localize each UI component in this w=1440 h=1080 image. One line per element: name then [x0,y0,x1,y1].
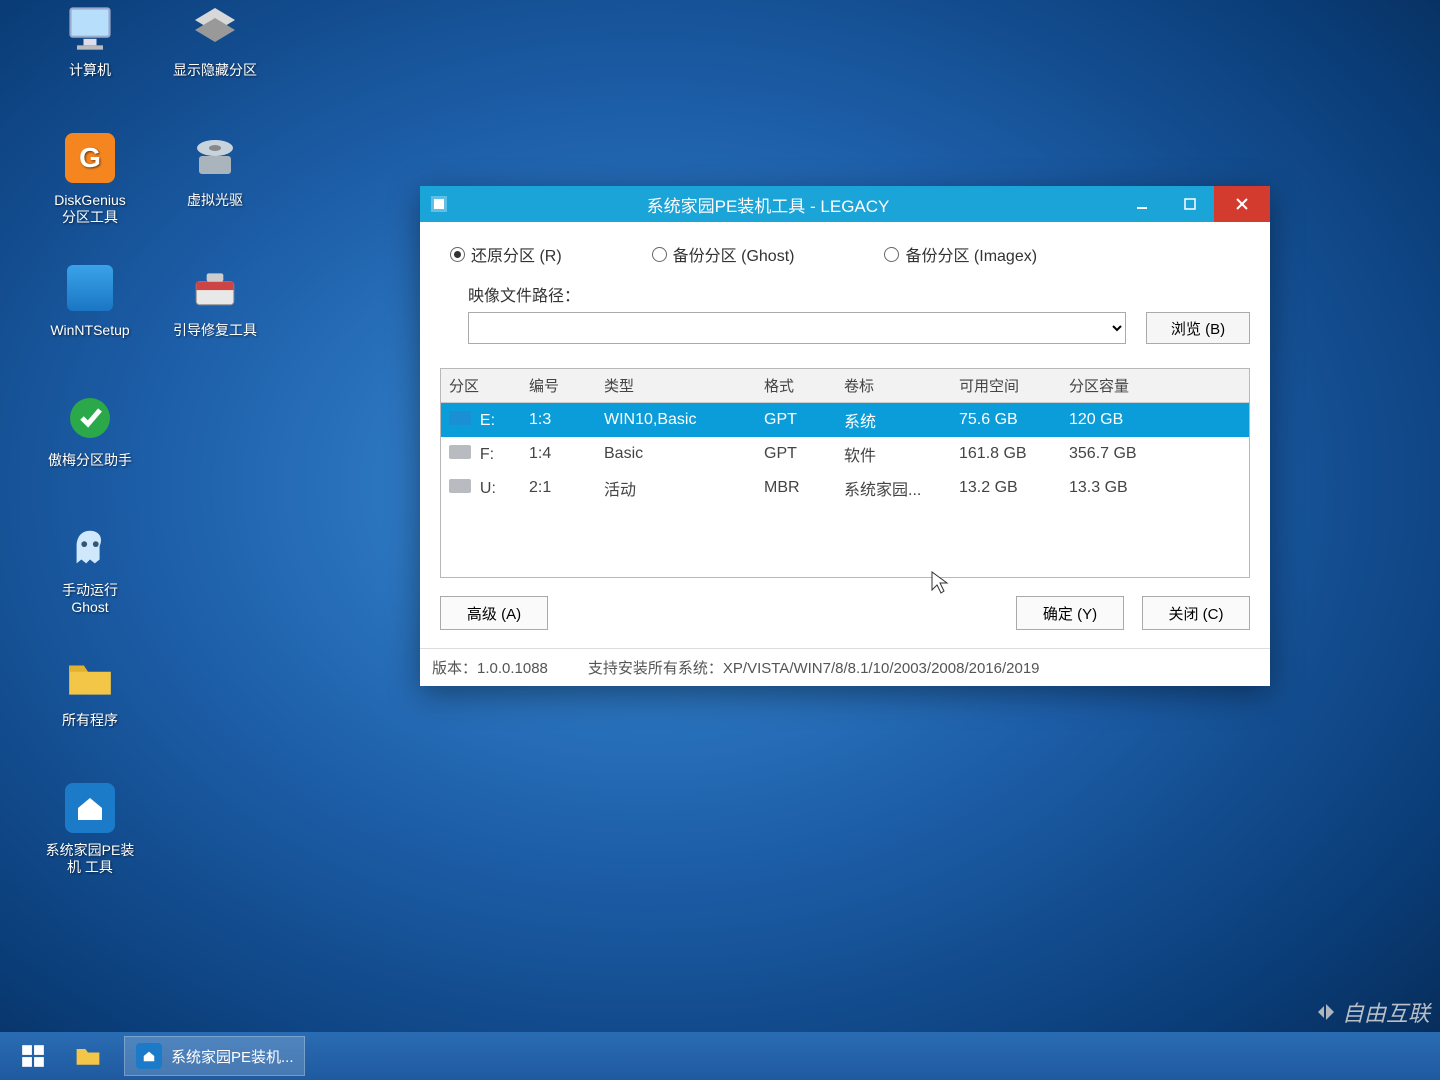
pe-installer-icon [62,780,118,836]
watermark: 自由互联 [1314,996,1430,1028]
maximize-button[interactable] [1166,186,1214,222]
table-row[interactable]: E:1:3WIN10,BasicGPT系统75.6 GB120 GB [441,403,1249,438]
version-text: 版本：1.0.0.1088 [432,657,548,678]
close-button[interactable] [1214,186,1270,222]
radio-label: 备份分区 (Ghost) [673,242,795,266]
radio-label: 备份分区 (Imagex) [905,242,1037,266]
support-text: 支持安装所有系统：XP/VISTA/WIN7/8/8.1/10/2003/200… [588,657,1258,678]
desktop-icon-label: 系统家园PE装 机 工具 [30,842,150,876]
desktop-icon-pe-installer[interactable]: 系统家园PE装 机 工具 [30,780,150,876]
start-button[interactable] [6,1036,60,1076]
desktop-icon-virtual-cd[interactable]: 虚拟光驱 [155,130,275,209]
desktop-icon-all-programs[interactable]: 所有程序 [30,650,150,729]
desktop-icon-winntsetup[interactable]: WinNTSetup [30,260,150,339]
col-number[interactable]: 编号 [521,369,596,403]
aomei-icon [62,390,118,446]
radio-dot-icon [884,247,899,262]
browse-button[interactable]: 浏览 (B) [1146,312,1250,344]
radio-dot-icon [450,247,465,262]
desktop-icon-aomei[interactable]: 傲梅分区助手 [30,390,150,469]
radio-dot-icon [652,247,667,262]
partition-table: 分区 编号 类型 格式 卷标 可用空间 分区容量 E:1:3WIN10,Basi… [440,368,1250,578]
desktop-icon-label: WinNTSetup [30,322,150,339]
desktop-icon-label: DiskGenius 分区工具 [30,192,150,226]
window-title: 系统家园PE装机工具 - LEGACY [458,192,1118,217]
col-capacity[interactable]: 分区容量 [1061,369,1249,403]
drive-icon [449,479,471,493]
desktop-icon-label: 所有程序 [30,712,150,729]
pe-installer-window: 系统家园PE装机工具 - LEGACY 还原分区 (R) 备份分区 (Ghost… [420,186,1270,686]
desktop-icon-show-hidden[interactable]: 显示隐藏分区 [155,0,275,79]
toolbox-icon [187,260,243,316]
drive-icon [449,445,471,459]
table-row[interactable]: U:2:1活动MBR系统家园...13.2 GB13.3 GB [441,471,1249,505]
col-label[interactable]: 卷标 [836,369,951,403]
diskgenius-icon: G [62,130,118,186]
taskbar-item-explorer[interactable] [64,1036,120,1076]
desktop-icon-computer[interactable]: 计算机 [30,0,150,79]
desktop-icon-label: 引导修复工具 [155,322,275,339]
desktop-icon-diskgenius[interactable]: G DiskGenius 分区工具 [30,130,150,226]
radio-restore-partition[interactable]: 还原分区 (R) [450,242,562,266]
titlebar[interactable]: 系统家园PE装机工具 - LEGACY [420,186,1270,222]
cancel-button[interactable]: 关闭 (C) [1142,596,1250,630]
desktop-icon-label: 虚拟光驱 [155,192,275,209]
taskbar-item-label: 系统家园PE装机... [171,1046,294,1067]
winntsetup-icon [62,260,118,316]
desktop-icon-label: 计算机 [30,62,150,79]
ghost-icon [62,520,118,576]
taskbar: 系统家园PE装机... [0,1032,1440,1080]
advanced-button[interactable]: 高级 (A) [440,596,548,630]
mode-radio-group: 还原分区 (R) 备份分区 (Ghost) 备份分区 (Imagex) [440,234,1250,280]
pe-installer-icon [135,1042,163,1070]
window-footer: 版本：1.0.0.1088 支持安装所有系统：XP/VISTA/WIN7/8/8… [420,648,1270,686]
radio-label: 还原分区 (R) [471,242,562,266]
taskbar-item-pe-installer[interactable]: 系统家园PE装机... [124,1036,305,1076]
radio-backup-ghost[interactable]: 备份分区 (Ghost) [652,242,795,266]
ok-button[interactable]: 确定 (Y) [1016,596,1124,630]
image-path-label: 映像文件路径： [468,282,1250,306]
folder-icon [74,1042,102,1070]
desktop-icon-label: 手动运行 Ghost [30,582,150,616]
partition-icon [187,0,243,56]
cd-drive-icon [187,130,243,186]
desktop-icon-ghost[interactable]: 手动运行 Ghost [30,520,150,616]
col-type[interactable]: 类型 [596,369,756,403]
col-partition[interactable]: 分区 [441,369,521,403]
col-free[interactable]: 可用空间 [951,369,1061,403]
app-icon [428,193,450,215]
desktop-icon-label: 显示隐藏分区 [155,62,275,79]
desktop-icon-boot-repair[interactable]: 引导修复工具 [155,260,275,339]
computer-icon [62,0,118,56]
table-row[interactable]: F:1:4BasicGPT软件161.8 GB356.7 GB [441,437,1249,471]
drive-icon [449,411,471,425]
desktop-icon-label: 傲梅分区助手 [30,452,150,469]
image-path-select[interactable] [468,312,1126,344]
col-format[interactable]: 格式 [756,369,836,403]
folder-icon [62,650,118,706]
minimize-button[interactable] [1118,186,1166,222]
radio-backup-imagex[interactable]: 备份分区 (Imagex) [884,242,1037,266]
